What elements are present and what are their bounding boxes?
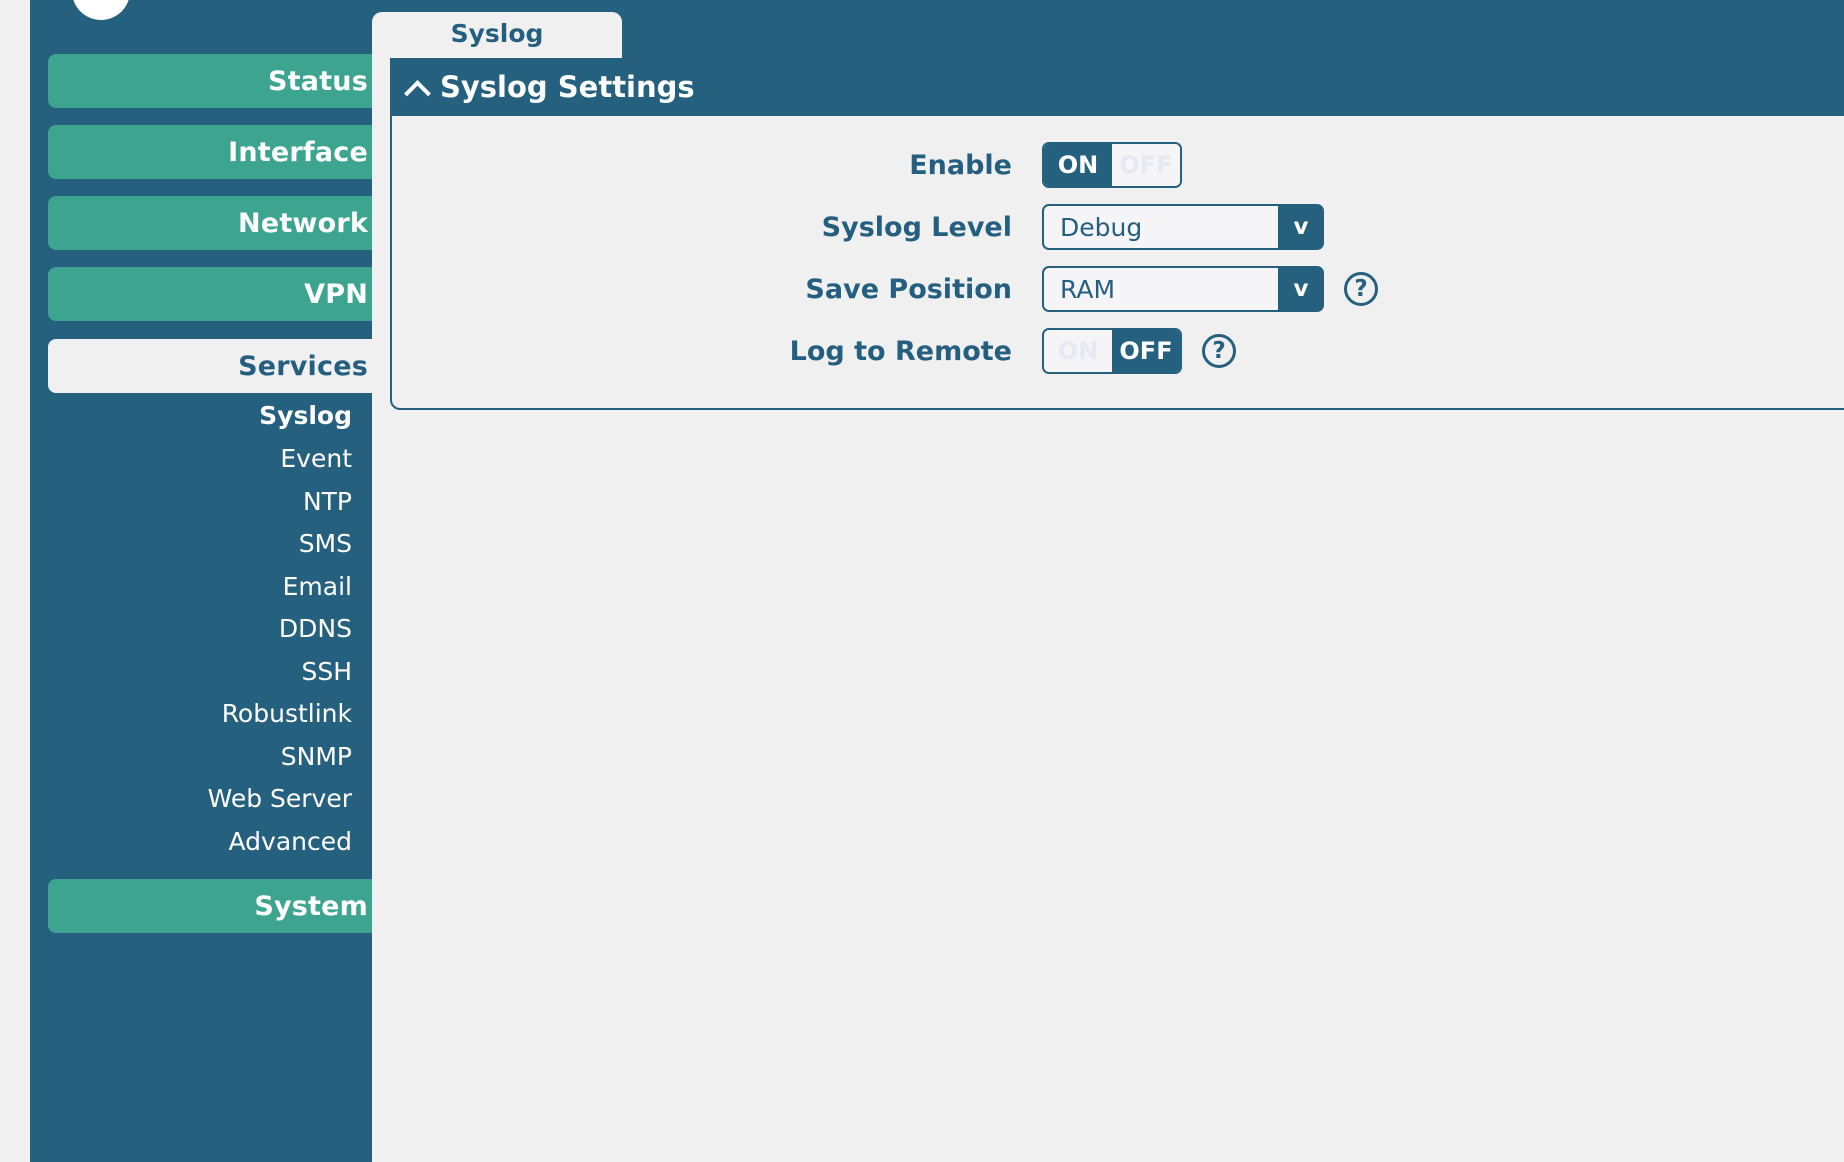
sidebar-subitem-syslog[interactable]: Syslog	[48, 394, 402, 436]
log-to-remote-label: Log to Remote	[789, 335, 1012, 367]
enable-label: Enable	[909, 149, 1012, 181]
form-row-enable: Enable ON OFF	[392, 134, 1844, 196]
sidebar-subitem-sms[interactable]: SMS	[48, 522, 402, 564]
sidebar-subitem-advanced[interactable]: Advanced	[48, 820, 402, 862]
sidebar-subitem-label: Advanced	[228, 826, 353, 856]
sidebar-item-services[interactable]: Services	[48, 339, 400, 393]
log-to-remote-toggle-on[interactable]: ON	[1044, 330, 1112, 372]
sidebar-subitem-ddns[interactable]: DDNS	[48, 607, 402, 649]
form-row-log-to-remote: Log to Remote ON OFF ?	[392, 320, 1844, 382]
sidebar-item-label: Services	[238, 350, 368, 382]
sidebar-item-vpn[interactable]: VPN	[48, 267, 400, 321]
log-to-remote-toggle-off[interactable]: OFF	[1112, 330, 1180, 372]
sidebar-subitem-event[interactable]: Event	[48, 437, 402, 479]
tab-syslog[interactable]: Syslog	[372, 12, 622, 58]
sidebar-subitem-label: DDNS	[278, 613, 352, 643]
save-position-field: RAM v ?	[1042, 266, 1378, 312]
tab-label: Syslog	[450, 18, 544, 48]
sidebar-subitem-label: Robustlink	[221, 698, 352, 728]
sidebar-subitem-label: SSH	[301, 656, 352, 686]
sidebar-subitem-label: Syslog	[259, 400, 352, 430]
panel-title: Syslog Settings	[440, 70, 695, 104]
sidebar-subitem-label: SNMP	[280, 741, 352, 771]
sidebar-item-label: Status	[268, 65, 368, 97]
sidebar: Status Interface Network VPN Services Sy…	[30, 0, 402, 1162]
syslog-level-field: Debug v	[1042, 204, 1324, 250]
sidebar-subitem-ssh[interactable]: SSH	[48, 650, 402, 692]
main-content: Syslog Syslog Settings Enable ON OFF Sys…	[372, 0, 1844, 1162]
sidebar-subitem-label: Event	[280, 443, 352, 473]
tab-bar: Syslog	[372, 0, 1844, 58]
sidebar-subitem-robustlink[interactable]: Robustlink	[48, 692, 402, 734]
panel-header[interactable]: Syslog Settings	[392, 58, 1844, 116]
help-icon[interactable]: ?	[1202, 334, 1236, 368]
form-row-syslog-level: Syslog Level Debug v	[392, 196, 1844, 258]
sidebar-subitem-label: NTP	[302, 486, 352, 516]
syslog-level-select[interactable]: Debug v	[1042, 204, 1324, 250]
chevron-up-icon[interactable]	[404, 74, 430, 100]
log-to-remote-field: ON OFF ?	[1042, 328, 1236, 374]
sidebar-item-system[interactable]: System	[48, 879, 400, 933]
sidebar-subitem-label: Web Server	[207, 783, 352, 813]
panel-body: Enable ON OFF Syslog Level Debug v Save …	[392, 116, 1844, 408]
sidebar-item-network[interactable]: Network	[48, 196, 400, 250]
enable-toggle-on[interactable]: ON	[1044, 144, 1112, 186]
sidebar-item-label: System	[254, 890, 368, 922]
syslog-settings-panel: Syslog Settings Enable ON OFF Syslog Lev…	[390, 58, 1844, 410]
sidebar-item-interface[interactable]: Interface	[48, 125, 400, 179]
form-row-save-position: Save Position RAM v ?	[392, 258, 1844, 320]
logo-area	[30, 0, 372, 46]
sidebar-item-status[interactable]: Status	[48, 54, 400, 108]
enable-toggle-off[interactable]: OFF	[1112, 144, 1180, 186]
sidebar-subitem-web-server[interactable]: Web Server	[48, 777, 402, 819]
sidebar-subitem-ntp[interactable]: NTP	[48, 480, 402, 522]
syslog-level-value[interactable]: Debug	[1042, 204, 1278, 250]
enable-field: ON OFF	[1042, 142, 1182, 188]
brand-logo-icon	[72, 0, 130, 20]
chevron-down-icon[interactable]: v	[1278, 204, 1324, 250]
syslog-level-label: Syslog Level	[821, 211, 1012, 243]
help-icon[interactable]: ?	[1344, 272, 1378, 306]
sidebar-item-label: Interface	[228, 136, 368, 168]
sidebar-subitem-label: Email	[282, 571, 352, 601]
sidebar-subitem-snmp[interactable]: SNMP	[48, 735, 402, 777]
sidebar-item-label: Network	[238, 207, 368, 239]
chevron-down-icon[interactable]: v	[1278, 266, 1324, 312]
save-position-label: Save Position	[805, 273, 1012, 305]
save-position-value[interactable]: RAM	[1042, 266, 1278, 312]
save-position-select[interactable]: RAM v	[1042, 266, 1324, 312]
sidebar-subitem-label: SMS	[298, 528, 352, 558]
sidebar-subitem-email[interactable]: Email	[48, 565, 402, 607]
sidebar-item-label: VPN	[304, 278, 368, 310]
log-to-remote-toggle[interactable]: ON OFF	[1042, 328, 1182, 374]
enable-toggle[interactable]: ON OFF	[1042, 142, 1182, 188]
